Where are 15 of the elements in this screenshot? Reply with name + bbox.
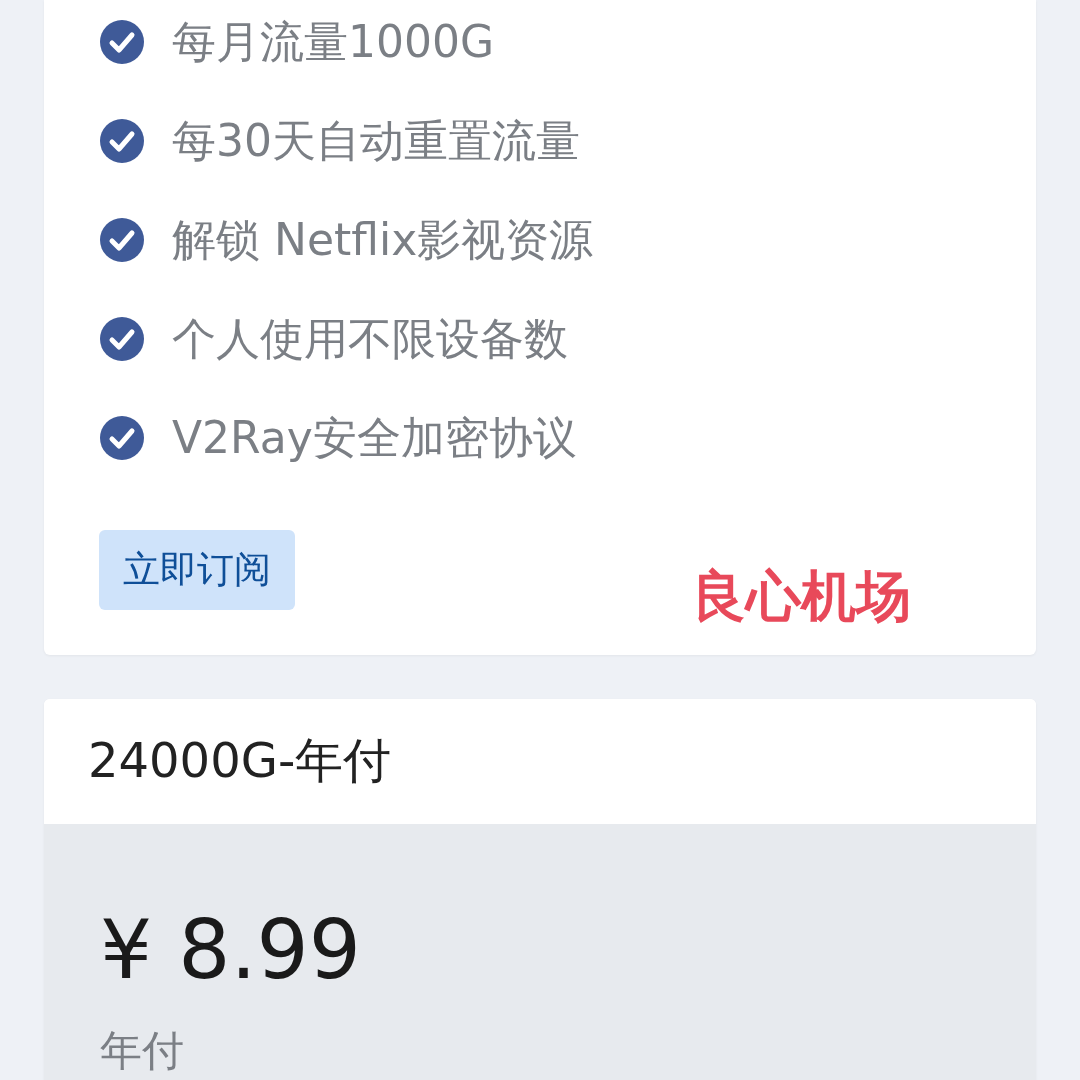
price-text: ¥ 8.99 — [100, 904, 361, 995]
feature-text: 每月流量1000G — [172, 15, 495, 69]
check-circle-icon — [100, 317, 144, 361]
check-circle-icon — [100, 416, 144, 460]
check-circle-icon — [100, 119, 144, 163]
check-circle-icon — [100, 218, 144, 262]
feature-text: 每30天自动重置流量 — [172, 114, 580, 168]
check-circle-icon — [100, 20, 144, 64]
subscribe-button[interactable]: 立即订阅 — [99, 530, 295, 610]
feature-text: V2Ray安全加密协议 — [172, 411, 577, 465]
billing-period: 年付 — [100, 1028, 184, 1073]
feature-text: 个人使用不限设备数 — [172, 312, 568, 366]
feature-text: 解锁 Netflix影视资源 — [172, 213, 594, 267]
annotation-text: 良心机场 — [691, 566, 911, 627]
plan-title: 24000G-年付 — [88, 731, 392, 790]
